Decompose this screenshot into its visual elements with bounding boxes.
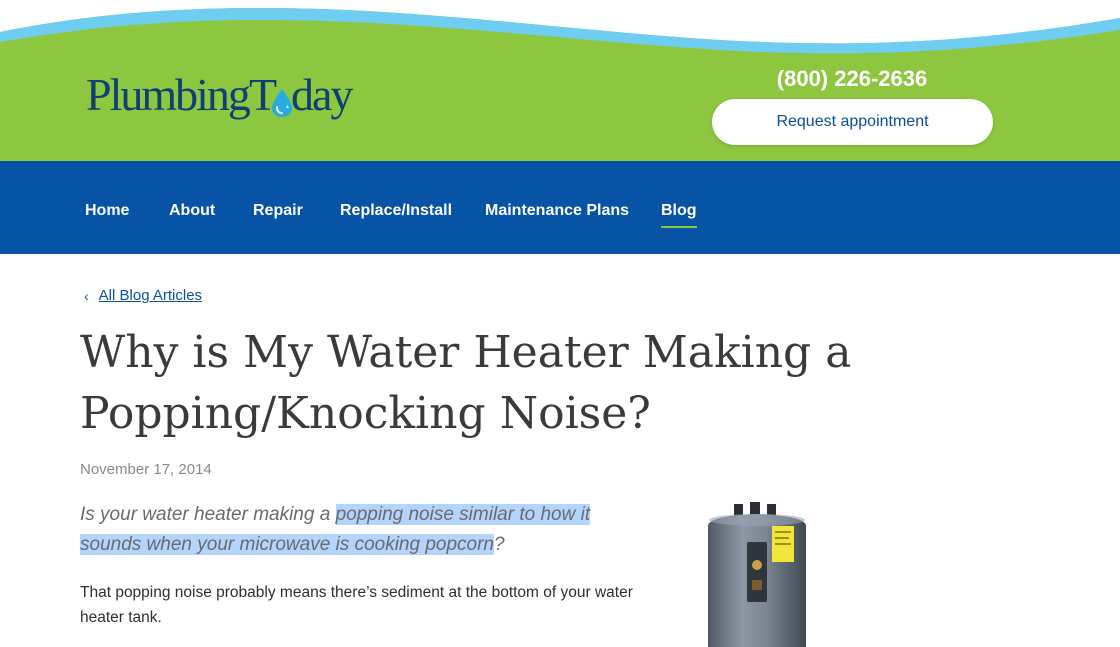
all-blog-articles-link[interactable]: All Blog Articles bbox=[99, 287, 202, 304]
lede-text: Is your water heater making a bbox=[80, 504, 336, 525]
nav-item-repair[interactable]: Repair bbox=[253, 202, 303, 220]
header-wave-decoration bbox=[0, 0, 1120, 54]
nav-item-home[interactable]: Home bbox=[85, 202, 129, 220]
article-lede: Is your water heater making a popping no… bbox=[80, 500, 640, 560]
logo-text-plumbing: Plumbing bbox=[86, 69, 251, 120]
article-body-paragraph: That popping noise probably means there’… bbox=[80, 584, 633, 626]
water-drop-icon bbox=[269, 80, 295, 117]
nav-item-about[interactable]: About bbox=[169, 202, 215, 220]
nav-item-blog[interactable]: Blog bbox=[661, 202, 697, 228]
breadcrumb: ‹ All Blog Articles bbox=[84, 287, 202, 304]
phone-number[interactable]: (800) 226-2636 bbox=[712, 66, 992, 92]
logo-text-day: day bbox=[291, 69, 353, 120]
main-navigation: Home About Repair Replace/Install Mainte… bbox=[0, 161, 1120, 254]
request-appointment-button[interactable]: Request appointment bbox=[712, 99, 993, 145]
chevron-left-icon: ‹ bbox=[84, 287, 89, 304]
nav-item-replace-install[interactable]: Replace/Install bbox=[340, 202, 452, 220]
water-heater-image bbox=[708, 502, 806, 647]
site-header: Plumbing T day (800) 226-2636 Request app… bbox=[0, 0, 1120, 161]
article-title: Why is My Water Heater Making a Popping/… bbox=[80, 327, 852, 439]
article-date: November 17, 2014 bbox=[80, 461, 212, 478]
nav-item-maintenance-plans[interactable]: Maintenance Plans bbox=[485, 202, 629, 220]
site-logo[interactable]: Plumbing T day bbox=[86, 69, 353, 120]
lede-end: ? bbox=[494, 534, 505, 555]
